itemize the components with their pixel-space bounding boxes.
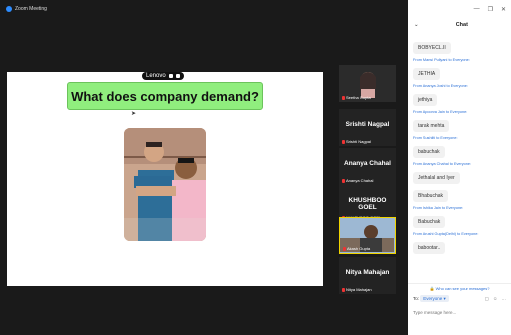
- recipient-dropdown[interactable]: Everyone ▾: [420, 295, 449, 302]
- meme-image: [124, 128, 206, 241]
- chat-recipient-row: To: Everyone ▾ ▢ ☺ …: [413, 295, 507, 302]
- who-can-see-label: Who can see your messages?: [435, 286, 490, 291]
- share-source-pill[interactable]: Lenovo: [142, 72, 184, 80]
- chat-window-controls: — ❐ ✕: [408, 0, 511, 18]
- message-bubble: Babuchak: [413, 216, 446, 228]
- chat-message-list: BOBYECL.II From Mansi Puliyani to Everyo…: [413, 36, 508, 254]
- recipient-value: Everyone: [423, 296, 443, 301]
- meme-illustration: [124, 128, 206, 241]
- emoji-icon[interactable]: ☺: [493, 296, 498, 302]
- participant-label: Srishti Nagpal: [346, 139, 371, 144]
- message-bubble: BOBYECL.II: [413, 42, 451, 54]
- participant-name: Srishti Nagpal: [345, 121, 390, 128]
- chat-message: tarak mehta: [413, 114, 508, 132]
- muted-mic-icon: [342, 178, 345, 183]
- participant-label: Seetha Gupta: [346, 95, 371, 100]
- participant-name: Nitya Mahajan: [345, 269, 390, 276]
- who-can-see-link[interactable]: 🔒 Who can see your messages?: [408, 283, 511, 293]
- participant-tile[interactable]: Nitya Mahajan Nitya Mahajan: [339, 257, 396, 294]
- participant-name: Ananya Chahal: [344, 160, 391, 167]
- chat-message: BOBYECL.II: [413, 36, 508, 54]
- participant-tile[interactable]: Seetha Gupta: [339, 65, 396, 102]
- chevron-down-icon[interactable]: ⌄: [414, 22, 419, 28]
- message-bubble: Jethalal and Iyer: [413, 172, 460, 184]
- window-titlebar: Zoom Meeting: [0, 0, 408, 18]
- chat-message: Babuchak: [413, 210, 508, 228]
- message-bubble: jethiya: [413, 94, 438, 106]
- file-icon[interactable]: ▢: [485, 296, 489, 302]
- participant-name: KHUSHBOO GOEL: [348, 197, 387, 211]
- chat-header: ⌄ Chat: [408, 18, 511, 31]
- window-title: Zoom Meeting: [15, 6, 47, 12]
- participant-label: Ananya Chahal: [346, 178, 374, 183]
- chat-title: Chat: [455, 21, 468, 28]
- message-bubble: JETHIA: [413, 68, 441, 80]
- chat-message: babuchak: [413, 140, 508, 158]
- chat-message: babootar..: [413, 236, 508, 254]
- participant-label: Nitya Mahajan: [346, 287, 372, 292]
- slide-banner: What does company demand?: [67, 82, 263, 110]
- participant-tile[interactable]: Ananya Chahal Ananya Chahal: [339, 148, 396, 185]
- close-icon[interactable]: ✕: [501, 6, 506, 13]
- restore-icon[interactable]: ❐: [488, 6, 493, 13]
- chat-message: JETHIA: [413, 62, 508, 80]
- chat-panel: — ❐ ✕ ⌄ Chat BOBYECL.II From Mansi Puliy…: [408, 0, 511, 335]
- message-bubble: babootar..: [413, 242, 446, 254]
- zoom-logo-icon: [6, 6, 12, 12]
- pin-icon: [168, 74, 173, 78]
- muted-mic-icon: [343, 246, 346, 251]
- participant-tile[interactable]: Srishti Nagpal Srishti Nagpal: [339, 109, 396, 146]
- share-source-label: Lenovo: [146, 73, 166, 79]
- message-bubble: tarak mehta: [413, 120, 450, 132]
- chat-message: jethiya: [413, 88, 508, 106]
- participant-label: Akash Gupta: [347, 246, 371, 251]
- minimize-icon[interactable]: —: [474, 6, 480, 13]
- message-bubble: babuchak: [413, 146, 445, 158]
- screen-share-stage: What does company demand? ➤: [7, 72, 323, 286]
- chat-message-input[interactable]: [413, 307, 506, 317]
- muted-mic-icon: [342, 95, 345, 100]
- muted-mic-icon: [342, 287, 345, 292]
- active-speaker-tile[interactable]: Akash Gupta: [339, 217, 396, 254]
- message-bubble: Bhabuchak: [413, 190, 449, 202]
- chat-message: Jethalal and Iyer: [413, 166, 508, 184]
- muted-mic-icon: [342, 139, 345, 144]
- mouse-cursor-icon: ➤: [131, 111, 137, 117]
- to-label: To:: [413, 296, 420, 301]
- more-options-icon[interactable]: …: [502, 296, 507, 302]
- more-icon: [175, 74, 180, 78]
- chat-message: Bhabuchak: [413, 184, 508, 202]
